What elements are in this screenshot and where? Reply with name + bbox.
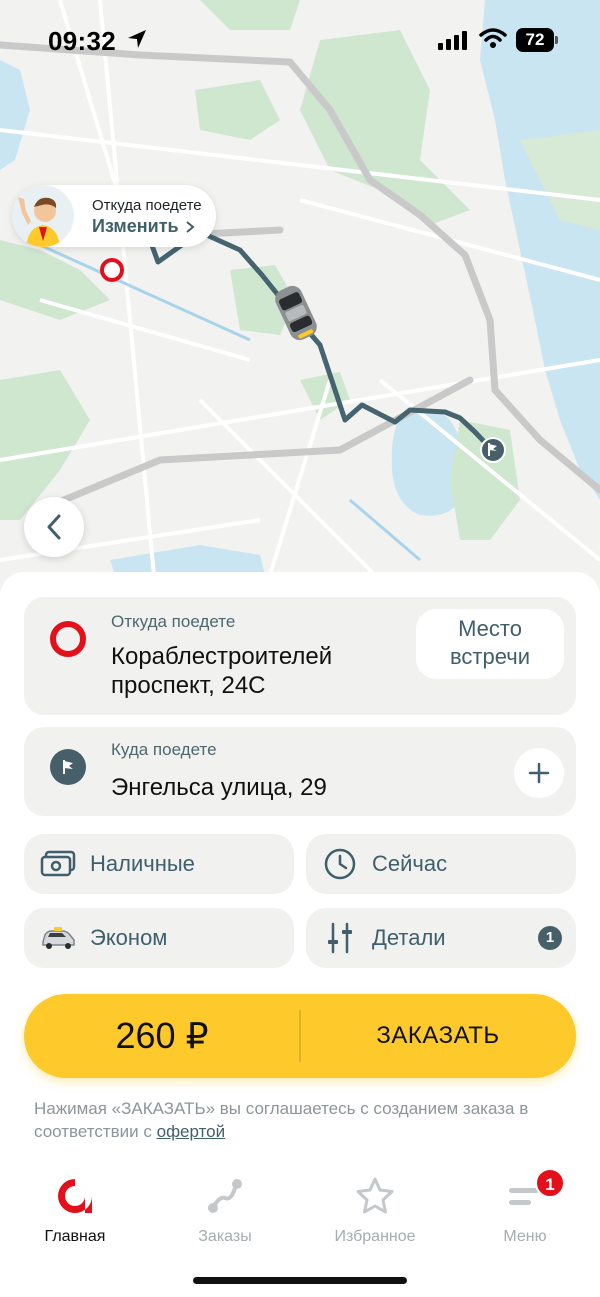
battery-indicator: 72	[516, 28, 558, 52]
details-label: Детали	[372, 925, 446, 950]
status-bar: 09:32 72	[0, 0, 600, 80]
tab-label: Главная	[44, 1228, 106, 1245]
offer-link[interactable]: офертой	[157, 1122, 226, 1141]
route-icon	[208, 1179, 242, 1213]
plus-icon	[528, 762, 550, 784]
time-button[interactable]: Сейчас	[306, 834, 576, 894]
clock-icon	[322, 846, 358, 882]
bubble-caption: Откуда поедете	[92, 197, 202, 214]
cash-icon	[40, 846, 76, 882]
tab-label: Избранное	[334, 1228, 416, 1245]
change-label: Изменить	[92, 216, 179, 236]
payment-method-button[interactable]: Наличные	[24, 834, 294, 894]
details-button[interactable]: Детали 1	[306, 908, 576, 968]
destination-address-field[interactable]: Куда поедете Энгельса улица, 29	[24, 727, 576, 816]
chevron-left-icon	[47, 514, 61, 540]
destination-flag-icon	[50, 749, 86, 785]
mascot-avatar	[12, 185, 74, 247]
taxi-car-icon	[40, 920, 76, 956]
order-sheet: Откуда поедете Кораблестроителей проспек…	[0, 572, 600, 1297]
details-badge: 1	[538, 926, 562, 950]
tab-home[interactable]: Главная	[15, 1176, 135, 1246]
time-label: Сейчас	[372, 851, 448, 876]
pickup-address-field[interactable]: Откуда поедете Кораблестроителей проспек…	[24, 597, 576, 715]
pickup-caption: Откуда поедете	[111, 612, 236, 631]
destination-address: Энгельса улица, 29	[111, 774, 327, 801]
battery-level: 72	[516, 28, 554, 52]
pickup-address: Кораблестроителей проспект, 24С	[111, 643, 333, 699]
tab-favorites[interactable]: Избранное	[315, 1176, 435, 1246]
cellular-signal-icon	[438, 31, 467, 50]
map-view[interactable]: 09:32 72 Откуда поедете Изменить	[0, 0, 600, 640]
tab-orders[interactable]: Заказы	[165, 1176, 285, 1246]
change-pickup-link[interactable]: Изменить	[92, 216, 195, 237]
pickup-bubble[interactable]: Откуда поедете Изменить	[12, 185, 216, 247]
chevron-right-icon	[185, 220, 195, 233]
tariff-button[interactable]: Эконом	[24, 908, 294, 968]
tab-label: Меню	[503, 1228, 547, 1245]
location-arrow-icon	[128, 30, 146, 48]
wifi-icon	[479, 28, 507, 48]
back-button[interactable]	[24, 497, 84, 557]
tariff-label: Эконом	[90, 925, 168, 950]
payment-method-label: Наличные	[90, 851, 195, 876]
add-stop-button[interactable]	[514, 748, 564, 798]
order-label: ЗАКАЗАТЬ	[376, 1022, 500, 1049]
meeting-point-button[interactable]: Место встречи	[416, 609, 564, 679]
sliders-icon	[322, 920, 358, 956]
tab-label: Заказы	[198, 1228, 252, 1245]
status-time: 09:32	[48, 26, 116, 56]
destination-flag-icon	[480, 437, 506, 463]
star-icon	[356, 1177, 394, 1214]
menu-badge: 1	[535, 1168, 565, 1198]
pickup-ring-icon	[50, 621, 86, 657]
tab-menu[interactable]: 1 Меню	[465, 1168, 585, 1246]
home-logo-icon	[58, 1179, 92, 1213]
order-button[interactable]: 260 ₽ ЗАКАЗАТЬ	[24, 994, 576, 1078]
home-indicator	[193, 1277, 407, 1284]
destination-caption: Куда поедете	[111, 740, 217, 759]
order-price: 260 ₽	[115, 1015, 209, 1056]
terms-text: Нажимая «ЗАКАЗАТЬ» вы соглашаетесь с соз…	[34, 1097, 554, 1143]
terms-body: Нажимая «ЗАКАЗАТЬ» вы соглашаетесь с соз…	[34, 1099, 529, 1141]
